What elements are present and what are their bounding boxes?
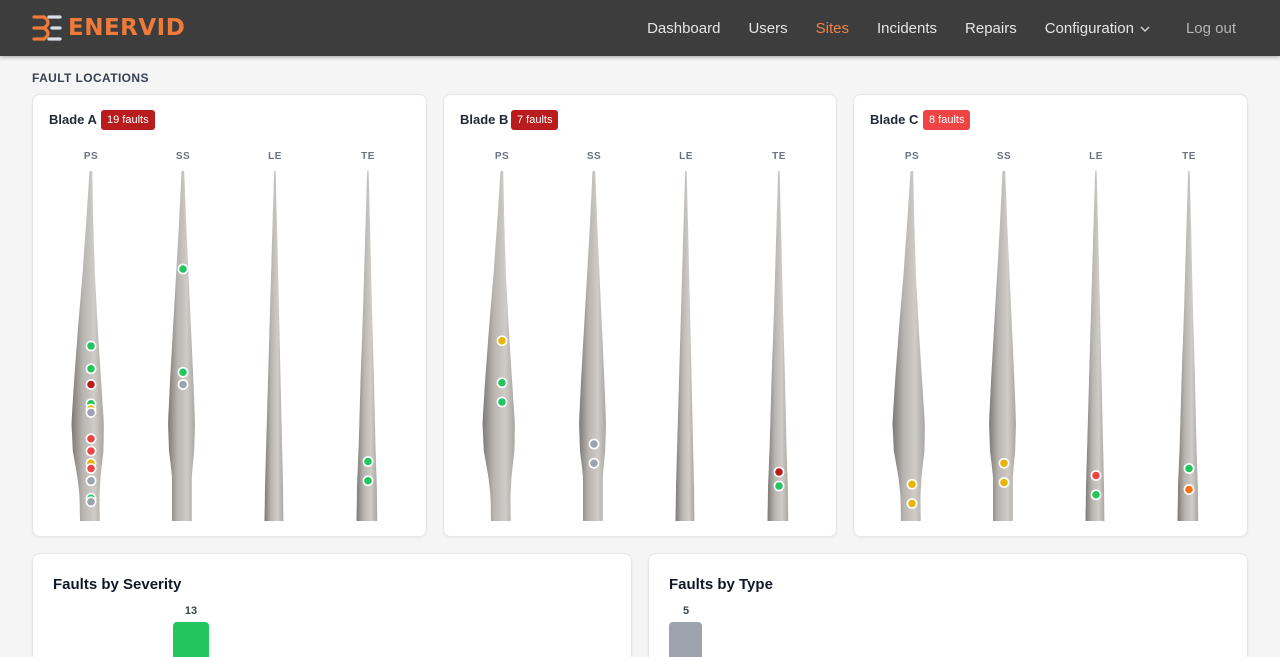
faults-by-type-card: Faults by Type 5	[648, 553, 1248, 657]
fault-marker[interactable]	[85, 445, 97, 457]
chart-bar[interactable]	[173, 622, 209, 657]
fault-marker[interactable]	[177, 263, 189, 275]
nav-incidents[interactable]: Incidents	[877, 20, 937, 37]
fault-marker[interactable]	[85, 340, 97, 352]
fault-marker[interactable]	[998, 477, 1010, 488]
blade-shape-le	[264, 171, 284, 521]
fault-marker[interactable]	[362, 475, 374, 487]
bar-value-label: 13	[184, 605, 198, 617]
fault-marker[interactable]	[1090, 489, 1102, 501]
fault-marker[interactable]	[496, 396, 508, 408]
brand-name: ENERVID	[68, 15, 186, 41]
top-navbar: ENERVID Dashboard Users Sites Incidents …	[0, 0, 1280, 56]
blade-shape-te	[356, 171, 378, 521]
fault-marker[interactable]	[773, 480, 785, 492]
nav-repairs[interactable]: Repairs	[965, 20, 1017, 37]
fault-marker[interactable]	[906, 478, 918, 490]
blade-card-a: Blade A 19 faults PS SS LE TE	[32, 94, 427, 537]
enervid-logo-icon	[32, 15, 62, 41]
fault-marker[interactable]	[85, 463, 97, 474]
fault-marker[interactable]	[177, 366, 189, 378]
fault-marker[interactable]	[85, 433, 97, 445]
chart-title: Faults by Type	[669, 576, 773, 593]
blade-shape-ss	[579, 171, 606, 521]
chart-title: Faults by Severity	[53, 576, 182, 593]
fault-marker[interactable]	[1183, 463, 1195, 474]
nav-configuration[interactable]: Configuration	[1045, 20, 1150, 37]
fault-marker[interactable]	[1090, 470, 1102, 481]
fault-marker[interactable]	[177, 379, 189, 390]
blade-diagram	[71, 171, 378, 521]
chart-bar[interactable]	[669, 622, 702, 657]
chevron-down-icon	[1140, 26, 1150, 32]
fault-marker[interactable]	[588, 438, 600, 450]
brand-logo[interactable]: ENERVID	[32, 14, 185, 42]
fault-marker[interactable]	[85, 407, 97, 418]
fault-marker[interactable]	[496, 377, 508, 389]
blade-card-c: Blade C 8 faults PS SS LE TE	[853, 94, 1248, 537]
blade-shape-le	[675, 171, 695, 521]
main-nav: Dashboard Users Sites Incidents Repairs …	[647, 0, 1280, 56]
fault-marker[interactable]	[85, 363, 97, 375]
blade-card-b: Blade B 7 faults PS SS LE TE	[443, 94, 837, 537]
faults-by-severity-card: Faults by Severity 13	[32, 553, 632, 657]
fault-marker[interactable]	[906, 498, 918, 509]
fault-marker[interactable]	[85, 496, 97, 508]
bar-value-label: 5	[682, 605, 690, 617]
fault-marker[interactable]	[496, 335, 508, 347]
nav-users[interactable]: Users	[748, 20, 787, 37]
blade-shape-ps	[892, 171, 925, 521]
nav-configuration-label: Configuration	[1044, 19, 1134, 37]
fault-marker[interactable]	[85, 379, 97, 390]
fault-marker[interactable]	[588, 457, 600, 469]
nav-dashboard[interactable]: Dashboard	[647, 20, 720, 37]
blade-shape-le	[1085, 171, 1105, 521]
blade-shape-ss	[168, 171, 195, 521]
nav-sites[interactable]: Sites	[816, 20, 849, 37]
blade-shape-ss	[989, 171, 1016, 521]
section-title: FAULT LOCATIONS	[32, 71, 149, 85]
blade-shape-ps	[482, 171, 515, 521]
fault-marker[interactable]	[1183, 484, 1195, 495]
logout-button[interactable]: Log out	[1186, 20, 1236, 37]
blade-diagram	[482, 171, 789, 521]
blade-diagram	[892, 171, 1199, 521]
fault-marker[interactable]	[85, 475, 97, 487]
fault-marker[interactable]	[773, 466, 785, 478]
fault-marker[interactable]	[998, 457, 1010, 469]
fault-marker[interactable]	[362, 456, 374, 467]
